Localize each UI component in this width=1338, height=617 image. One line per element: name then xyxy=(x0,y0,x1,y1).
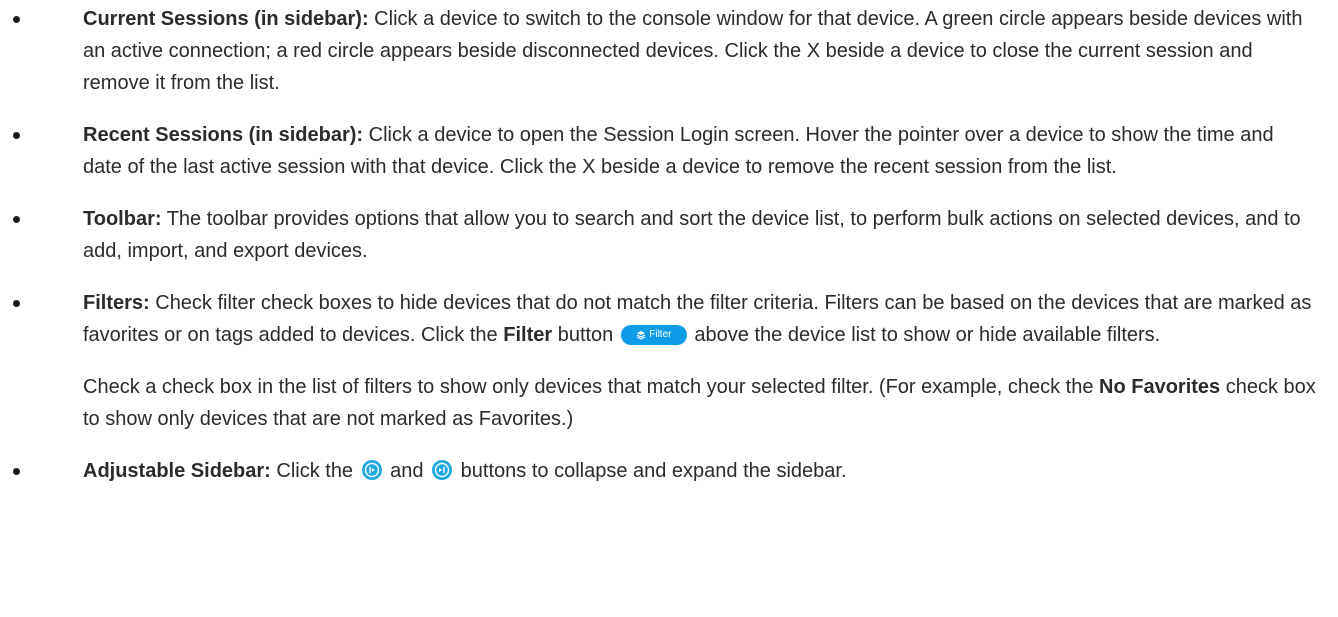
item-label: Toolbar: xyxy=(83,208,162,230)
expand-sidebar-icon[interactable] xyxy=(432,460,453,480)
item-label: Current Sessions (in sidebar): xyxy=(83,8,369,30)
layers-icon xyxy=(636,330,646,340)
feature-list: Current Sessions (in sidebar): Click a d… xyxy=(0,3,1338,487)
item-text: above the device list to show or hide av… xyxy=(688,324,1161,346)
filter-button-label: Filter xyxy=(649,329,672,340)
item-label: Filters: xyxy=(83,292,150,314)
document-body: Current Sessions (in sidebar): Click a d… xyxy=(0,0,1338,487)
bullet-dot xyxy=(13,300,20,307)
bullet-dot xyxy=(13,132,20,139)
no-favorites-keyword: No Favorites xyxy=(1099,376,1221,398)
list-item-current-sessions: Current Sessions (in sidebar): Click a d… xyxy=(0,3,1338,99)
filters-paragraph: Filters: Check filter check boxes to hid… xyxy=(83,287,1318,351)
list-item-filters: Filters: Check filter check boxes to hid… xyxy=(0,287,1338,435)
item-label: Adjustable Sidebar: xyxy=(83,460,271,482)
list-item-toolbar: Toolbar: The toolbar provides options th… xyxy=(0,203,1338,267)
list-item-adjustable-sidebar: Adjustable Sidebar: Click the and button… xyxy=(0,455,1338,487)
bullet-dot xyxy=(13,16,20,23)
collapse-sidebar-icon[interactable] xyxy=(361,460,382,480)
item-label: Recent Sessions (in sidebar): xyxy=(83,124,364,146)
item-text: and xyxy=(384,460,430,482)
item-text: buttons to collapse and expand the sideb… xyxy=(455,460,847,482)
filters-subparagraph: Check a check box in the list of filters… xyxy=(83,371,1318,435)
filter-button[interactable]: Filter xyxy=(620,325,687,345)
item-text: button xyxy=(552,324,619,346)
item-text: Click the xyxy=(270,460,359,482)
bullet-dot xyxy=(13,468,20,475)
bullet-dot xyxy=(13,216,20,223)
item-text: Check a check box in the list of filters… xyxy=(83,376,1100,398)
item-text: The toolbar provides options that allow … xyxy=(83,208,1301,262)
list-item-recent-sessions: Recent Sessions (in sidebar): Click a de… xyxy=(0,119,1338,183)
filter-keyword: Filter xyxy=(503,324,553,346)
